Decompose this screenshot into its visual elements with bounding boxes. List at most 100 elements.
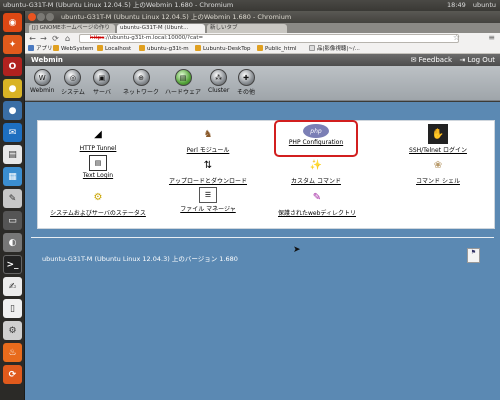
bookmark-video[interactable]: 品|影像視聴|~/... (309, 44, 360, 54)
module-system-server-status[interactable]: ⚙ システムおよびサーバのステータス (46, 187, 150, 218)
module-perl-modules[interactable]: ♞ Perl モジュール (163, 124, 253, 155)
module-http-tunnel[interactable]: ◢ HTTP Tunnel (53, 124, 143, 153)
system-icon: ◎ (64, 69, 82, 86)
https-scheme: https (90, 35, 105, 41)
bookmark-label: WebSystem (61, 46, 94, 52)
window-titlebar: ubuntu-G31T-M (Ubuntu Linux 12.04.5) 上のW… (25, 11, 500, 23)
category-cluster[interactable]: ⁂ Cluster (208, 69, 229, 94)
category-others[interactable]: ✚ その他 (237, 69, 255, 96)
module-panel: ◢ HTTP Tunnel ♞ Perl モジュール php PHP Confi… (37, 120, 495, 229)
cluster-icon: ⁂ (210, 69, 228, 86)
module-custom-commands[interactable]: ✨ カスタム コマンド (276, 155, 356, 186)
bookmark-label: ubuntu-g31t-m (147, 46, 189, 52)
settings-icon[interactable]: ⚙ (3, 321, 22, 340)
blank-document-icon[interactable]: ▯ (3, 299, 22, 318)
category-bar: W Webmin ◎ システム ▣ サーバ ⊕ ネットワーク ▤ ハードウェア ⁂ Clus… (25, 66, 500, 101)
version-text: ubuntu-G31T-M (Ubuntu Linux 12.04.3) 上のバ… (42, 255, 238, 263)
minimize-window-button[interactable] (37, 13, 45, 21)
protected-dir-icon: ✎ (312, 191, 322, 203)
logout-link[interactable]: ⇥ Log Out (459, 54, 495, 66)
module-label: アップロードとダウンロード (168, 178, 247, 185)
chrome-icon[interactable]: ● (3, 79, 22, 98)
hardware-icon: ▤ (174, 69, 192, 86)
gimp-icon[interactable]: ◐ (3, 233, 22, 252)
tab-label: [J] GNOMEホームページの作り (32, 25, 110, 31)
module-command-shell[interactable]: ❀ コマンド シェル (393, 155, 483, 186)
bookmark-lubuntu-desktop[interactable]: Lubuntu-DeskTop (195, 44, 251, 54)
terminal-icon[interactable]: >_ (3, 255, 22, 274)
bookmark-apps[interactable]: アプリ (28, 44, 53, 54)
mouse-cursor-icon: ➤ (293, 245, 301, 255)
category-network[interactable]: ⊕ ネットワーク (123, 69, 159, 96)
panel-window-title: ubuntu-G31T-M (Ubuntu Linux 12.04.5) 上のW… (3, 1, 234, 9)
category-servers[interactable]: ▣ サーバ (93, 69, 111, 96)
clock[interactable]: 18:49 (447, 1, 466, 9)
divider (31, 237, 494, 238)
update-icon[interactable]: ⟳ (3, 365, 22, 384)
bookmarks-bar: アプリ WebSystem Localhost ubuntu-g31t-m Lu… (25, 44, 500, 54)
bookmark-label: Public_html (265, 46, 297, 52)
text-login-icon: ▤ (89, 155, 107, 171)
reload-button[interactable]: ⟳ (51, 34, 60, 43)
writer-icon[interactable]: ✍ (3, 277, 22, 296)
navigation-bar: ← → ⟳ ⌂ https://ubuntu-g31t-m.local:1000… (25, 33, 500, 44)
feedback-label: Feedback (418, 56, 452, 64)
bookmark-star-icon[interactable]: ☆ (453, 33, 460, 42)
opera-icon[interactable]: O (3, 57, 22, 76)
webmin-logo-icon[interactable]: ⚑ (467, 248, 480, 263)
feedback-link[interactable]: ✉ Feedback (411, 54, 452, 66)
module-upload-download[interactable]: ⇅ アップロードとダウンロード (163, 155, 253, 186)
files-icon[interactable]: ▦ (3, 167, 22, 186)
back-button[interactable]: ← (28, 34, 37, 43)
bookmark-label: Localhost (105, 46, 132, 52)
bookmark-public-html[interactable]: Public_html (257, 44, 297, 54)
forward-button[interactable]: → (39, 34, 48, 43)
module-label: ファイル マネージャ (180, 206, 236, 213)
chromium-icon[interactable]: ● (3, 101, 22, 120)
ubuntu-top-panel: ubuntu-G31T-M (Ubuntu Linux 12.04.5) 上のW… (0, 0, 500, 11)
module-label: PHP Configuration (288, 139, 344, 146)
module-label: カスタム コマンド (291, 178, 341, 185)
module-protected-web-directories[interactable]: ✎ 保護されたwebディレクトリ (270, 187, 364, 218)
category-label: サーバ (93, 89, 111, 96)
tab-label: 新しいタブ (210, 25, 238, 31)
main-content: ◢ HTTP Tunnel ♞ Perl モジュール php PHP Confi… (25, 102, 500, 400)
maximize-window-button[interactable] (46, 13, 54, 21)
software-center-icon[interactable]: ♨ (3, 343, 22, 362)
firefox-icon[interactable]: ✦ (3, 35, 22, 54)
tab-webmin[interactable]: ubuntu-G31T-M (Ubunt... (117, 24, 205, 33)
text-editor-icon[interactable]: ✎ (3, 189, 22, 208)
menu-icon[interactable]: ≡ (488, 33, 495, 42)
bookmark-label: 品|影像視聴|~/... (317, 46, 360, 52)
tab-gnome[interactable]: [J] GNOMEホームページの作り (29, 24, 115, 33)
home-button[interactable]: ⌂ (63, 34, 72, 43)
dash-icon[interactable]: ◉ (3, 13, 22, 32)
module-php-configuration[interactable]: php PHP Configuration (274, 120, 358, 157)
category-hardware[interactable]: ▤ ハードウェア (165, 69, 201, 96)
tunnel-icon: ◢ (94, 128, 102, 140)
module-text-login[interactable]: ▤ Text Login (53, 155, 143, 179)
wand-icon: ✨ (309, 159, 323, 171)
module-ssh-telnet-login[interactable]: ✋ SSH/Telnet ログイン (393, 124, 483, 154)
category-webmin[interactable]: W Webmin (30, 69, 54, 94)
category-system[interactable]: ◎ システム (61, 69, 85, 96)
address-bar[interactable]: https://ubuntu-g31t-m.local:10000/?cat= (79, 34, 459, 43)
user-menu[interactable]: ubuntu (473, 1, 496, 9)
module-file-manager[interactable]: ☰ ファイル マネージャ (163, 187, 253, 213)
webmin-icon: W (33, 69, 51, 86)
others-icon: ✚ (237, 69, 255, 86)
upload-download-icon: ⇅ (203, 159, 213, 171)
bookmark-websystem[interactable]: WebSystem (53, 44, 94, 54)
thunderbird-icon[interactable]: ✉ (3, 123, 22, 142)
webmin-header: Webmin ✉ Feedback ⇥ Log Out (25, 54, 500, 66)
close-window-button[interactable] (28, 13, 36, 21)
module-label: コマンド シェル (416, 178, 460, 185)
php-icon: php (303, 124, 329, 138)
document-icon[interactable]: ▤ (3, 145, 22, 164)
tab-label: ubuntu-G31T-M (Ubunt... (120, 25, 189, 31)
disk-icon[interactable]: ▭ (3, 211, 22, 230)
folder-icon (97, 45, 103, 51)
bookmark-localhost[interactable]: Localhost (97, 44, 131, 54)
tab-new[interactable]: 新しいタブ (207, 24, 287, 33)
bookmark-ubuntu-g31t-m[interactable]: ubuntu-g31t-m (139, 44, 189, 54)
